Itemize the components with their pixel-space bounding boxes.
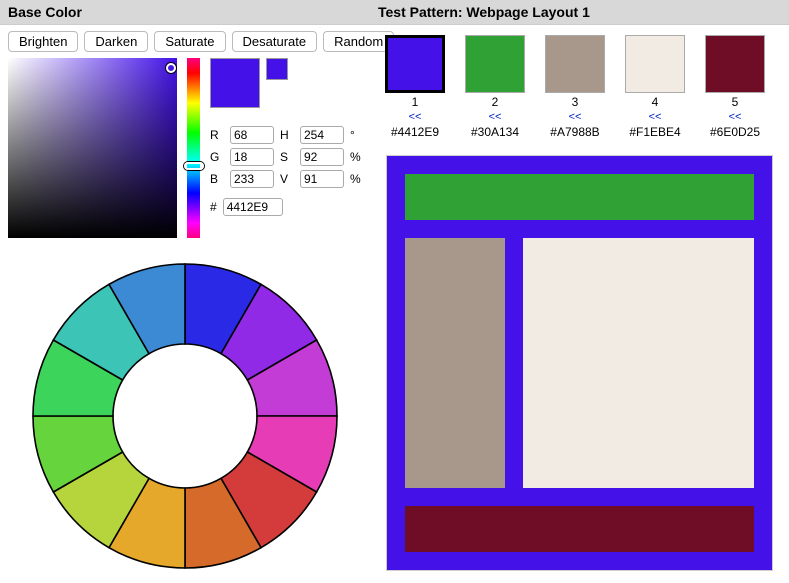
palette-prev-2[interactable]: << xyxy=(489,111,502,123)
input-s[interactable] xyxy=(300,148,344,166)
saturation-value-picker[interactable] xyxy=(8,58,177,238)
saturate-button[interactable]: Saturate xyxy=(154,31,225,52)
desaturate-button[interactable]: Desaturate xyxy=(232,31,318,52)
palette-number-2: 2 xyxy=(492,95,499,109)
palette-hex-2: #30A134 xyxy=(471,125,519,139)
palette-hex-3: #A7988B xyxy=(550,125,599,139)
brighten-button[interactable]: Brighten xyxy=(8,31,78,52)
input-hex[interactable] xyxy=(223,198,283,216)
layout-preview xyxy=(386,155,773,571)
color-wheel[interactable] xyxy=(25,256,345,576)
palette-item-3: 3 << #A7988B xyxy=(542,35,608,139)
label-r: R xyxy=(210,128,224,142)
sv-cursor-icon[interactable] xyxy=(166,63,176,73)
previous-color-swatch xyxy=(266,58,288,80)
palette-item-1: 1 << #4412E9 xyxy=(382,35,448,139)
input-b[interactable] xyxy=(230,170,274,188)
palette-row: 1 << #4412E9 2 << #30A134 3 << #A7988B 4 << #F1EBE4… xyxy=(370,25,789,145)
input-r[interactable] xyxy=(230,126,274,144)
palette-swatch-2[interactable] xyxy=(465,35,525,93)
palette-hex-5: #6E0D25 xyxy=(710,125,760,139)
label-b: B xyxy=(210,172,224,186)
palette-prev-4[interactable]: << xyxy=(649,111,662,123)
base-color-toolbar: Brighten Darken Saturate Desaturate Rand… xyxy=(0,25,370,58)
palette-swatch-3[interactable] xyxy=(545,35,605,93)
palette-hex-1: #4412E9 xyxy=(391,125,439,139)
preview-main xyxy=(523,238,754,488)
preview-footer xyxy=(405,506,754,552)
hue-slider[interactable] xyxy=(187,58,200,238)
unit-pct-v: % xyxy=(350,172,362,186)
unit-deg: ° xyxy=(350,128,362,142)
palette-item-4: 4 << #F1EBE4 xyxy=(622,35,688,139)
palette-number-5: 5 xyxy=(732,95,739,109)
palette-hex-4: #F1EBE4 xyxy=(629,125,680,139)
palette-swatch-5[interactable] xyxy=(705,35,765,93)
palette-item-2: 2 << #30A134 xyxy=(462,35,528,139)
label-s: S xyxy=(280,150,294,164)
input-g[interactable] xyxy=(230,148,274,166)
palette-swatch-1[interactable] xyxy=(385,35,445,93)
preview-header xyxy=(405,174,754,220)
unit-pct-s: % xyxy=(350,150,362,164)
label-g: G xyxy=(210,150,224,164)
palette-item-5: 5 << #6E0D25 xyxy=(702,35,768,139)
label-h: H xyxy=(280,128,294,142)
palette-prev-5[interactable]: << xyxy=(729,111,742,123)
palette-number-4: 4 xyxy=(652,95,659,109)
palette-swatch-4[interactable] xyxy=(625,35,685,93)
preview-sidebar xyxy=(405,238,505,488)
input-v[interactable] xyxy=(300,170,344,188)
palette-prev-1[interactable]: << xyxy=(409,111,422,123)
hue-cursor-icon[interactable] xyxy=(184,162,204,170)
current-color-swatch xyxy=(210,58,260,108)
input-h[interactable] xyxy=(300,126,344,144)
label-hash: # xyxy=(210,200,217,214)
label-v: V xyxy=(280,172,294,186)
palette-number-3: 3 xyxy=(572,95,579,109)
base-color-title: Base Color xyxy=(0,0,370,25)
palette-prev-3[interactable]: << xyxy=(569,111,582,123)
palette-number-1: 1 xyxy=(412,95,419,109)
darken-button[interactable]: Darken xyxy=(84,31,148,52)
test-pattern-title: Test Pattern: Webpage Layout 1 xyxy=(370,0,789,25)
